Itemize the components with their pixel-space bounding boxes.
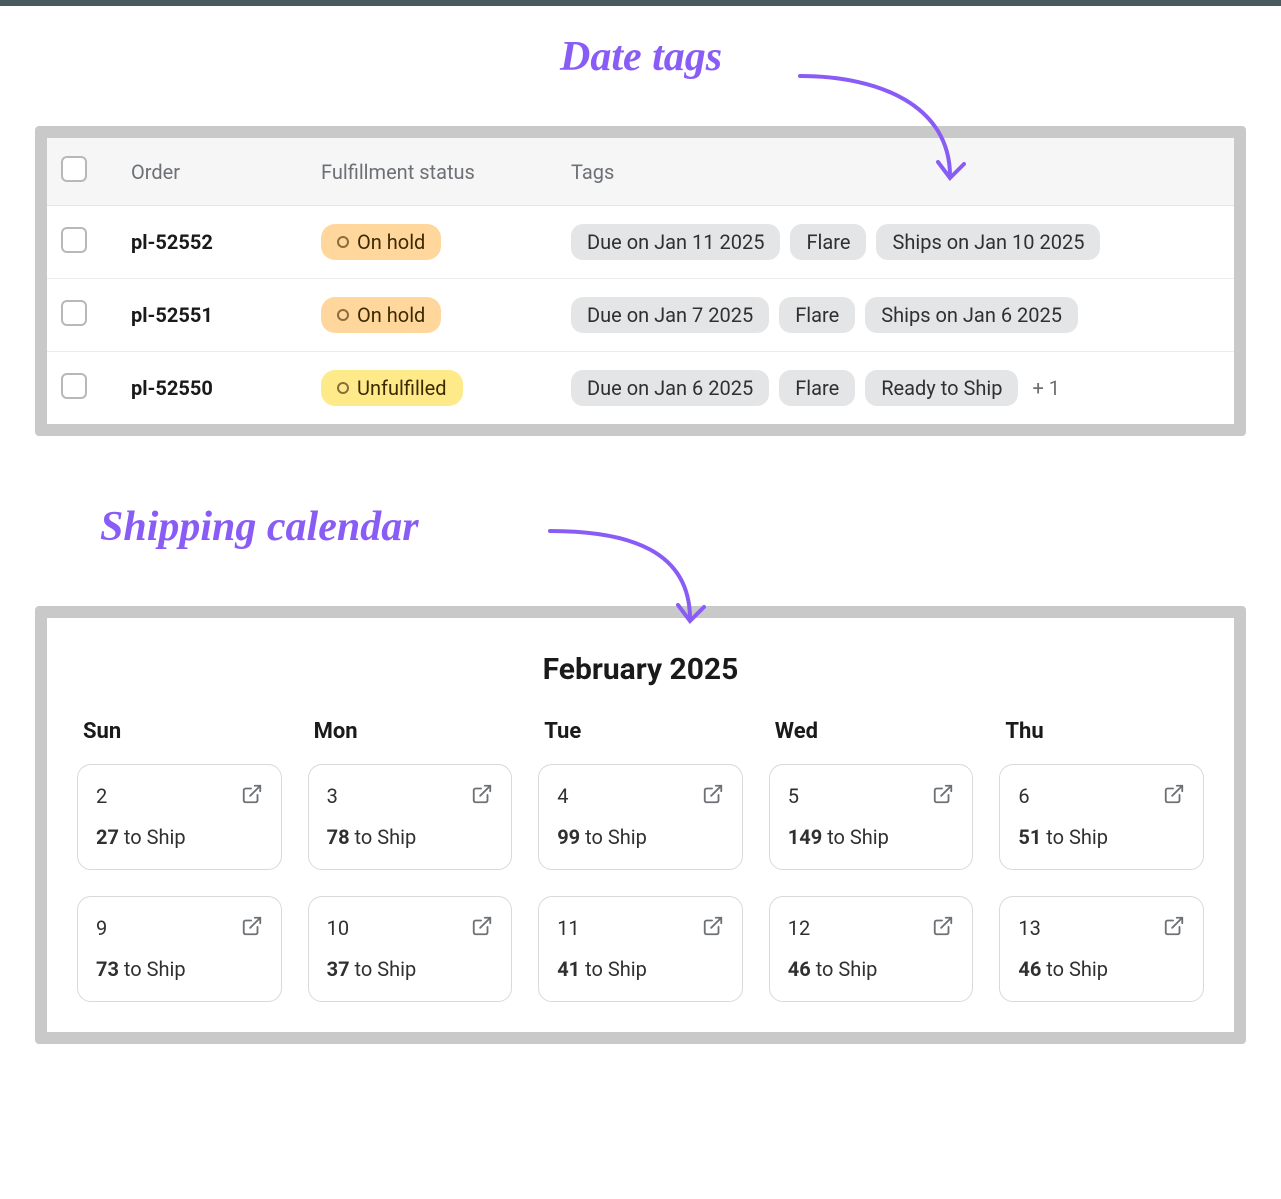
table-row[interactable]: pl-52550 Unfulfilled Due on Jan 6 2025 Flar…: [47, 352, 1234, 424]
calendar-date: 5: [788, 784, 799, 808]
annotation-arrow-icon: [790, 56, 990, 196]
ship-count: 149 to Ship: [788, 825, 955, 849]
calendar-date: 12: [788, 916, 810, 940]
calendar-cell[interactable]: 4 99 to Ship: [538, 764, 743, 870]
tags-cell: Due on Jan 11 2025 Flare Ships on Jan 10 2…: [571, 224, 1220, 260]
row-checkbox[interactable]: [61, 300, 87, 326]
table-row[interactable]: pl-52551 On hold Due on Jan 7 2025 Flare Shi…: [47, 279, 1234, 352]
calendar-cell[interactable]: 13 46 to Ship: [999, 896, 1204, 1002]
external-link-icon[interactable]: [1163, 783, 1185, 809]
tag-pill[interactable]: Flare: [790, 224, 866, 260]
calendar-cell[interactable]: 5 149 to Ship: [769, 764, 974, 870]
calendar-day-header: Wed: [769, 719, 974, 744]
status-badge: On hold: [321, 297, 441, 333]
annotation-shipping-calendar: Shipping calendar: [100, 506, 419, 548]
external-link-icon[interactable]: [241, 915, 263, 941]
status-circle-icon: [337, 382, 349, 394]
status-circle-icon: [337, 309, 349, 321]
ship-count: 37 to Ship: [327, 957, 494, 981]
calendar-date: 2: [96, 784, 107, 808]
calendar-day-header: Tue: [538, 719, 743, 744]
tag-pill[interactable]: Flare: [779, 370, 855, 406]
calendar-day-header: Thu: [999, 719, 1204, 744]
calendar-cell[interactable]: 3 78 to Ship: [308, 764, 513, 870]
more-tags-count[interactable]: + 1: [1028, 376, 1060, 400]
orders-table-header: Order Fulfillment status Tags: [47, 138, 1234, 206]
calendar-day-header: Mon: [308, 719, 513, 744]
ship-count: 78 to Ship: [327, 825, 494, 849]
tag-pill[interactable]: Flare: [779, 297, 855, 333]
calendar-day-header: Sun: [77, 719, 282, 744]
calendar-date: 3: [327, 784, 338, 808]
status-label: On hold: [357, 303, 425, 327]
tags-cell: Due on Jan 7 2025 Flare Ships on Jan 6 202…: [571, 297, 1220, 333]
tag-pill[interactable]: Due on Jan 6 2025: [571, 370, 769, 406]
column-header-fulfillment: Fulfillment status: [321, 160, 571, 184]
tag-pill[interactable]: Ready to Ship: [865, 370, 1018, 406]
calendar-date: 10: [327, 916, 349, 940]
tag-pill[interactable]: Due on Jan 7 2025: [571, 297, 769, 333]
status-circle-icon: [337, 236, 349, 248]
calendar-cell[interactable]: 12 46 to Ship: [769, 896, 974, 1002]
external-link-icon[interactable]: [471, 915, 493, 941]
external-link-icon[interactable]: [702, 783, 724, 809]
ship-count: 27 to Ship: [96, 825, 263, 849]
tags-cell: Due on Jan 6 2025 Flare Ready to Ship + 1: [571, 370, 1220, 406]
annotation-arrow-icon: [540, 501, 740, 641]
ship-count: 46 to Ship: [1018, 957, 1185, 981]
calendar-cell[interactable]: 9 73 to Ship: [77, 896, 282, 1002]
order-id[interactable]: pl-52552: [131, 230, 321, 254]
status-badge: Unfulfilled: [321, 370, 463, 406]
ship-count: 41 to Ship: [557, 957, 724, 981]
calendar-cell[interactable]: 2 27 to Ship: [77, 764, 282, 870]
calendar-cell[interactable]: 6 51 to Ship: [999, 764, 1204, 870]
calendar-date: 4: [557, 784, 568, 808]
external-link-icon[interactable]: [1163, 915, 1185, 941]
external-link-icon[interactable]: [932, 915, 954, 941]
external-link-icon[interactable]: [471, 783, 493, 809]
orders-panel: Order Fulfillment status Tags pl-52552 On…: [35, 126, 1246, 436]
ship-count: 99 to Ship: [557, 825, 724, 849]
calendar-date: 6: [1018, 784, 1029, 808]
external-link-icon[interactable]: [241, 783, 263, 809]
calendar-date: 13: [1018, 916, 1040, 940]
calendar-panel: February 2025 Sun Mon Tue Wed Thu 2 27 to Shi…: [35, 606, 1246, 1044]
external-link-icon[interactable]: [932, 783, 954, 809]
calendar-cell[interactable]: 10 37 to Ship: [308, 896, 513, 1002]
tag-pill[interactable]: Ships on Jan 10 2025: [876, 224, 1100, 260]
status-badge: On hold: [321, 224, 441, 260]
select-all-checkbox[interactable]: [61, 156, 87, 182]
status-label: Unfulfilled: [357, 376, 447, 400]
row-checkbox[interactable]: [61, 373, 87, 399]
column-header-order: Order: [131, 160, 321, 184]
ship-count: 46 to Ship: [788, 957, 955, 981]
calendar-date: 9: [96, 916, 107, 940]
tag-pill[interactable]: Due on Jan 11 2025: [571, 224, 780, 260]
calendar-title: February 2025: [77, 652, 1204, 687]
order-id[interactable]: pl-52550: [131, 376, 321, 400]
ship-count: 73 to Ship: [96, 957, 263, 981]
status-label: On hold: [357, 230, 425, 254]
ship-count: 51 to Ship: [1018, 825, 1185, 849]
calendar-date: 11: [557, 916, 579, 940]
external-link-icon[interactable]: [702, 915, 724, 941]
table-row[interactable]: pl-52552 On hold Due on Jan 11 2025 Flare Sh…: [47, 206, 1234, 279]
order-id[interactable]: pl-52551: [131, 303, 321, 327]
calendar-cell[interactable]: 11 41 to Ship: [538, 896, 743, 1002]
annotation-date-tags: Date tags: [560, 36, 722, 78]
row-checkbox[interactable]: [61, 227, 87, 253]
tag-pill[interactable]: Ships on Jan 6 2025: [865, 297, 1078, 333]
